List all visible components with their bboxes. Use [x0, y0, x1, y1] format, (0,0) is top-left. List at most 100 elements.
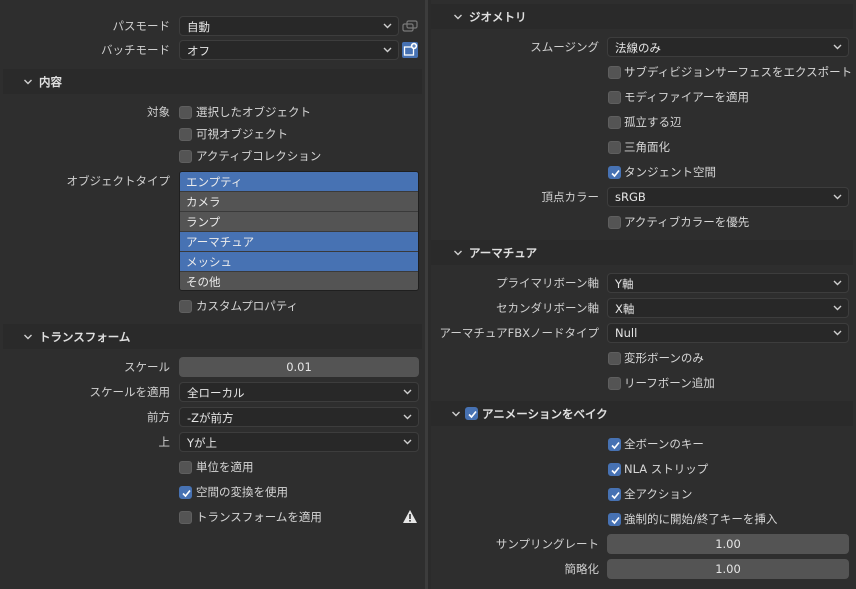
batch-mode-row: バッチモード オフ — [0, 39, 425, 61]
left-settings-panel: パスモード 自動 バッチモード オフ 内容 対象 選択したオブジェクト 可視オブ… — [0, 0, 425, 589]
apply-modifiers-checkbox[interactable] — [608, 91, 621, 104]
up-label: 上 — [158, 435, 171, 449]
path-mode-value: 自動 — [187, 20, 210, 34]
secondary-bone-axis-dropdown[interactable]: X軸 — [607, 298, 849, 318]
bake-animation-section-title: アニメーションをベイク — [482, 407, 608, 421]
path-mode-dropdown[interactable]: 自動 — [179, 16, 399, 36]
fbx-node-type-value: Null — [615, 326, 638, 340]
apply-scale-row: スケールを適用 全ローカル — [0, 381, 425, 403]
object-type-other[interactable]: その他 — [180, 272, 418, 290]
left-panel-scrollbar[interactable] — [425, 0, 428, 589]
visible-objects-checkbox[interactable] — [179, 128, 192, 141]
key-all-bones-row: 全ボーンのキー — [431, 433, 856, 455]
primary-bone-axis-row: プライマリボーン軸 Y軸 — [431, 272, 856, 294]
apply-unit-checkbox[interactable] — [179, 461, 192, 474]
apply-unit-row: 単位を適用 — [0, 456, 425, 478]
up-dropdown[interactable]: Yが上 — [179, 432, 419, 452]
checkmark-icon — [611, 516, 620, 525]
chevron-down-icon — [383, 23, 392, 29]
space-transform-row: 空間の変換を使用 — [0, 481, 425, 503]
vertex-color-dropdown[interactable]: sRGB — [607, 187, 849, 207]
vertex-color-row: 頂点カラー sRGB — [431, 186, 856, 208]
chevron-down-icon — [24, 334, 32, 340]
target-row: 対象 選択したオブジェクト — [0, 101, 425, 123]
add-leaf-bones-label: リーフボーン追加 — [624, 376, 715, 390]
chevron-down-icon — [403, 439, 412, 445]
chevron-down-icon — [454, 250, 462, 256]
object-type-armature-label: アーマチュア — [186, 235, 255, 249]
nla-strips-checkbox[interactable] — [608, 463, 621, 476]
scale-field[interactable]: 0.01 — [179, 357, 419, 377]
chevron-down-icon — [452, 411, 460, 417]
add-leaf-bones-checkbox[interactable] — [608, 377, 621, 390]
object-type-lamp[interactable]: ランプ — [180, 212, 418, 232]
export-subdivision-checkbox[interactable] — [608, 66, 621, 79]
chevron-down-icon — [833, 44, 842, 50]
smoothing-value: 法線のみ — [615, 41, 661, 55]
fbx-node-type-row: アーマチュアFBXノードタイプ Null — [431, 322, 856, 344]
active-collection-label: アクティブコレクション — [196, 149, 322, 163]
nla-strips-row: NLA ストリップ — [431, 458, 856, 480]
up-row: 上 Yが上 — [0, 431, 425, 453]
deform-only-checkbox[interactable] — [608, 352, 621, 365]
deform-only-row: 変形ボーンのみ — [431, 347, 856, 369]
up-value: Yが上 — [187, 436, 218, 450]
all-actions-checkbox[interactable] — [608, 488, 621, 501]
apply-transform-checkbox[interactable] — [179, 511, 192, 524]
right-settings-panel: ジオメトリ スムージング 法線のみ サブディビジョンサーフェスをエクスポート モ… — [431, 0, 856, 589]
force-start-end-keys-label: 強制的に開始/終了キーを挿入 — [624, 512, 778, 526]
object-type-mesh-label: メッシュ — [186, 255, 232, 269]
simplify-field[interactable]: 1.00 — [607, 559, 849, 579]
apply-transform-label: トランスフォームを適用 — [196, 510, 322, 524]
forward-dropdown[interactable]: -Zが前方 — [179, 407, 419, 427]
object-type-armature[interactable]: アーマチュア — [180, 232, 418, 252]
prioritize-active-color-checkbox[interactable] — [608, 216, 621, 229]
transform-section-header[interactable]: トランスフォーム — [3, 324, 422, 349]
tangent-space-row: タンジェント空間 — [431, 161, 856, 183]
object-type-mesh[interactable]: メッシュ — [180, 252, 418, 272]
smoothing-label: スムージング — [530, 40, 599, 54]
armature-section-header[interactable]: アーマチュア — [431, 240, 853, 265]
fbx-node-type-dropdown[interactable]: Null — [607, 323, 849, 343]
bake-animation-section-header[interactable]: アニメーションをベイク — [431, 401, 853, 426]
forward-label: 前方 — [147, 410, 170, 424]
batch-mode-dropdown[interactable]: オフ — [179, 40, 399, 60]
selected-objects-label: 選択したオブジェクト — [196, 105, 311, 119]
chevron-down-icon — [403, 389, 412, 395]
chevron-down-icon — [24, 79, 32, 85]
geometry-section-header[interactable]: ジオメトリ — [431, 4, 853, 29]
content-section-header[interactable]: 内容 — [3, 69, 422, 94]
selected-objects-checkbox[interactable] — [179, 106, 192, 119]
smoothing-dropdown[interactable]: 法線のみ — [607, 37, 849, 57]
chevron-down-icon — [833, 194, 842, 200]
force-start-end-keys-checkbox[interactable] — [608, 513, 621, 526]
object-type-empty[interactable]: エンプティ — [180, 172, 418, 192]
apply-modifiers-row: モディファイアーを適用 — [431, 86, 856, 108]
space-transform-checkbox[interactable] — [179, 486, 192, 499]
sampling-rate-field[interactable]: 1.00 — [607, 534, 849, 554]
bake-animation-checkbox[interactable] — [465, 407, 478, 420]
object-type-label: オブジェクトタイプ — [66, 174, 171, 188]
triangulate-label: 三角面化 — [624, 140, 670, 154]
triangulate-checkbox[interactable] — [608, 141, 621, 154]
secondary-bone-axis-value: X軸 — [615, 302, 635, 316]
custom-props-checkbox[interactable] — [179, 300, 192, 313]
apply-scale-label: スケールを適用 — [89, 385, 171, 399]
active-collection-checkbox[interactable] — [179, 150, 192, 163]
apply-scale-dropdown[interactable]: 全ローカル — [179, 382, 419, 402]
path-mode-row: パスモード 自動 — [0, 15, 425, 37]
object-type-camera[interactable]: カメラ — [180, 192, 418, 212]
batch-mode-value: オフ — [187, 44, 210, 58]
checkmark-icon — [182, 489, 191, 498]
primary-bone-axis-dropdown[interactable]: Y軸 — [607, 273, 849, 293]
key-all-bones-checkbox[interactable] — [608, 438, 621, 451]
new-preset-icon[interactable] — [401, 41, 419, 59]
link-icon[interactable] — [401, 18, 419, 36]
checkmark-icon — [611, 491, 620, 500]
loose-edges-checkbox[interactable] — [608, 116, 621, 129]
object-type-camera-label: カメラ — [186, 195, 221, 209]
scale-row: スケール 0.01 — [0, 356, 425, 378]
forward-row: 前方 -Zが前方 — [0, 406, 425, 428]
tangent-space-checkbox[interactable] — [608, 166, 621, 179]
scale-value: 0.01 — [286, 360, 312, 374]
